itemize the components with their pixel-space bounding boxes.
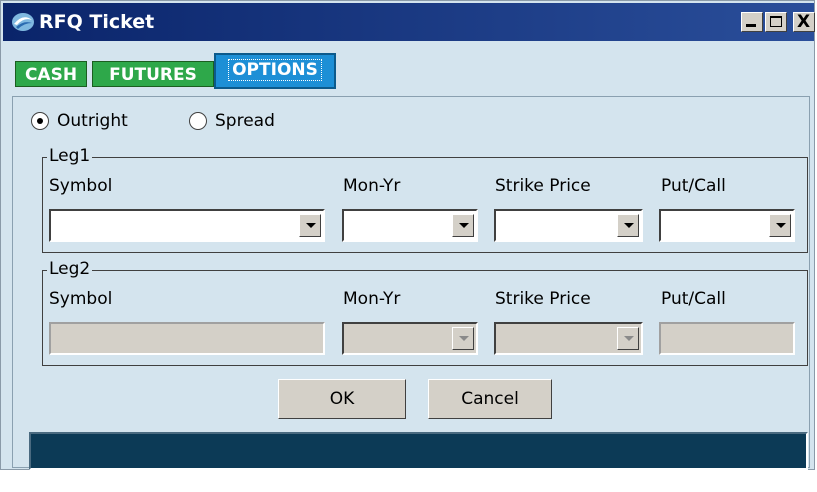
chevron-down-icon	[452, 327, 474, 350]
chevron-down-icon[interactable]	[617, 214, 639, 237]
leg1-putcall-select[interactable]	[659, 209, 795, 242]
leg2-symbol-field	[49, 322, 325, 355]
tab-options-label: OPTIONS	[228, 59, 322, 81]
leg2-putcall-label: Put/Call	[661, 289, 726, 309]
leg2-title: Leg2	[47, 259, 93, 279]
close-icon: X	[797, 12, 811, 32]
leg2-strike-label: Strike Price	[495, 289, 591, 309]
leg1-symbol-label: Symbol	[49, 176, 113, 196]
spread-radio[interactable]: Spread	[189, 111, 275, 131]
maximize-button[interactable]	[765, 12, 787, 32]
ok-button[interactable]: OK	[278, 379, 406, 419]
leg1-mon-yr-select[interactable]	[342, 209, 478, 242]
leg1-strike-select[interactable]	[494, 209, 643, 242]
outright-radio-button[interactable]	[31, 112, 49, 130]
leg2-putcall-field	[659, 322, 795, 355]
chevron-down-icon[interactable]	[452, 214, 474, 237]
leg1-mon-yr-label: Mon-Yr	[343, 176, 401, 196]
chevron-down-icon	[617, 327, 639, 350]
cancel-button[interactable]: Cancel	[428, 379, 552, 419]
maximize-icon	[770, 16, 782, 27]
leg1-title: Leg1	[47, 146, 93, 166]
outright-label: Outright	[57, 111, 128, 131]
leg2-symbol-label: Symbol	[49, 289, 113, 309]
tab-futures[interactable]: FUTURES	[92, 61, 214, 87]
window-title: RFQ Ticket	[39, 11, 155, 33]
leg2-mon-yr-label: Mon-Yr	[343, 289, 401, 309]
app-logo-icon	[12, 13, 34, 31]
chevron-down-icon[interactable]	[769, 214, 791, 237]
title-bar[interactable]: RFQ Ticket X	[3, 3, 815, 41]
tab-options[interactable]: OPTIONS	[214, 53, 336, 89]
spread-radio-button[interactable]	[189, 112, 207, 130]
close-button[interactable]: X	[793, 12, 815, 32]
chevron-down-icon[interactable]	[299, 214, 321, 237]
spread-label: Spread	[215, 111, 275, 131]
rfq-ticket-window: RFQ Ticket X CASH FUTURES OPTIONS Outrig…	[0, 0, 815, 470]
leg1-putcall-label: Put/Call	[661, 176, 726, 196]
leg1-strike-label: Strike Price	[495, 176, 591, 196]
leg2-strike-select	[494, 322, 643, 355]
status-bar	[29, 432, 808, 470]
minimize-icon	[746, 24, 756, 27]
leg1-symbol-select[interactable]	[49, 209, 325, 242]
outright-radio[interactable]: Outright	[31, 111, 128, 131]
tab-cash[interactable]: CASH	[15, 61, 87, 87]
leg2-mon-yr-select	[342, 322, 478, 355]
minimize-button[interactable]	[741, 12, 763, 32]
